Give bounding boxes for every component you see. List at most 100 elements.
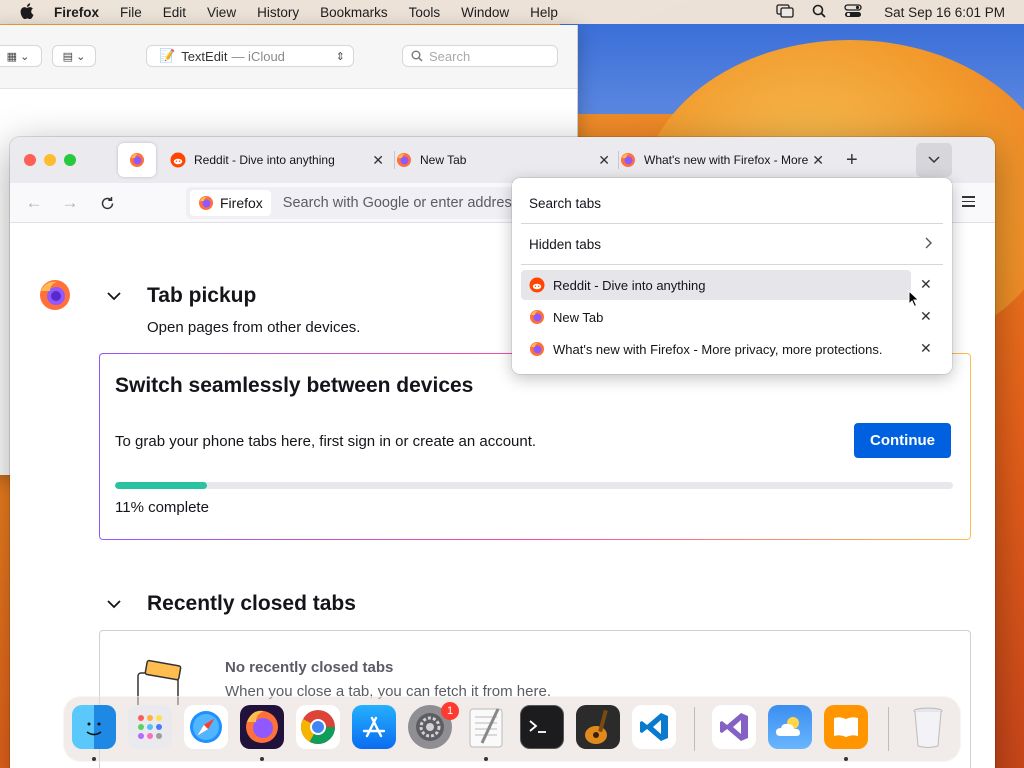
search-engine-chip[interactable]: Firefox xyxy=(190,190,271,216)
sidebar-view-button[interactable]: ▦ ⌄ xyxy=(0,45,42,67)
zoom-window-button[interactable] xyxy=(64,154,76,166)
recently-closed-title: Recently closed tabs xyxy=(147,592,356,615)
chevron-right-icon xyxy=(925,237,933,252)
menu-firefox[interactable]: Firefox xyxy=(54,5,99,20)
screen-mirroring-icon[interactable] xyxy=(776,3,794,21)
running-indicator xyxy=(484,757,488,761)
url-placeholder: Search with Google or enter address xyxy=(282,195,519,211)
books-icon[interactable] xyxy=(824,705,868,749)
minimize-window-button[interactable] xyxy=(44,154,56,166)
tab-pickup-title: Tab pickup xyxy=(147,284,257,307)
tab-strip: Reddit - Dive into anything ✕ New Tab ✕ … xyxy=(10,137,995,183)
textedit-toolbar: ▦ ⌄ ▤ ⌄ 📝 TextEdit — iCloud ⇕ Search xyxy=(0,25,577,89)
tab-label: What's new with Firefox - More xyxy=(644,153,808,167)
close-tab-icon[interactable]: ✕ xyxy=(920,340,932,357)
dock-separator xyxy=(888,707,889,751)
view-options-button[interactable]: ▤ ⌄ xyxy=(52,45,96,67)
launchpad-icon[interactable] xyxy=(128,705,172,749)
firefox-dock-icon[interactable] xyxy=(240,705,284,749)
tab-pickup-subtitle: Open pages from other devices. xyxy=(147,319,361,336)
card-title: Switch seamlessly between devices xyxy=(115,374,474,397)
tab-label: New Tab xyxy=(420,153,467,167)
textedit-search-input[interactable]: Search xyxy=(402,45,558,67)
tab-pinned-firefox-view[interactable] xyxy=(118,143,156,177)
safari-icon[interactable] xyxy=(184,705,228,749)
menu-edit[interactable]: Edit xyxy=(163,5,186,20)
forward-arrow-icon[interactable]: → xyxy=(60,193,80,213)
tab-whats-new[interactable]: What's new with Firefox - More ✕ xyxy=(620,143,830,177)
control-center-icon[interactable] xyxy=(844,3,862,21)
new-tab-plus-icon[interactable]: + xyxy=(846,150,858,170)
close-window-button[interactable] xyxy=(24,154,36,166)
setup-progress-bar xyxy=(115,482,953,489)
menu-view[interactable]: View xyxy=(207,5,236,20)
document-name: TextEdit xyxy=(181,48,228,64)
search-placeholder: Search xyxy=(429,48,471,64)
panel-divider xyxy=(521,223,943,224)
progress-label: 11% complete xyxy=(115,499,209,516)
reload-icon[interactable] xyxy=(97,193,117,213)
firefox-icon xyxy=(530,310,544,324)
list-all-tabs-button[interactable] xyxy=(916,143,952,177)
menu-history[interactable]: History xyxy=(257,5,299,20)
close-tab-icon[interactable]: ✕ xyxy=(812,152,824,169)
sync-setup-card: Switch seamlessly between devices To gra… xyxy=(99,353,971,540)
firefox-logo-icon xyxy=(38,278,72,317)
menu-bookmarks[interactable]: Bookmarks xyxy=(320,5,388,20)
running-indicator xyxy=(260,757,264,761)
textedit-dock-icon[interactable] xyxy=(464,705,508,749)
panel-tab-row[interactable]: Reddit - Dive into anything xyxy=(521,270,911,300)
grid-icon: ▦ ⌄ xyxy=(6,50,30,63)
app-store-icon[interactable] xyxy=(352,705,396,749)
document-location-popup[interactable]: 📝 TextEdit — iCloud ⇕ xyxy=(146,45,354,67)
menu-clock[interactable]: Sat Sep 16 6:01 PM xyxy=(884,5,1005,20)
trash-icon[interactable] xyxy=(906,705,950,749)
tab-new-tab[interactable]: New Tab ✕ xyxy=(396,143,616,177)
progress-fill xyxy=(115,482,208,489)
chrome-icon[interactable] xyxy=(296,705,340,749)
spotlight-search-icon[interactable] xyxy=(812,4,826,21)
tab-reddit[interactable]: Reddit - Dive into anything ✕ xyxy=(170,143,390,177)
document-icon: 📝 xyxy=(159,48,176,63)
menu-help[interactable]: Help xyxy=(530,5,558,20)
continue-button[interactable]: Continue xyxy=(854,423,951,458)
recently-closed-toggle-icon[interactable] xyxy=(107,596,121,612)
menu-file[interactable]: File xyxy=(120,5,142,20)
document-location: — iCloud xyxy=(231,48,285,64)
panel-tab-label: Reddit - Dive into anything xyxy=(553,277,706,293)
menu-window[interactable]: Window xyxy=(461,5,509,20)
back-arrow-icon[interactable]: ← xyxy=(24,193,44,213)
tab-label: Reddit - Dive into anything xyxy=(194,153,335,167)
terminal-icon[interactable] xyxy=(520,705,564,749)
chevron-updown-icon: ⇕ xyxy=(335,50,345,63)
running-indicator xyxy=(844,757,848,761)
card-text: To grab your phone tabs here, first sign… xyxy=(115,433,537,450)
menu-tools[interactable]: Tools xyxy=(409,5,441,20)
weather-icon[interactable] xyxy=(768,705,812,749)
visual-studio-icon[interactable] xyxy=(712,705,756,749)
chevron-down-icon xyxy=(928,156,940,164)
close-tab-icon[interactable]: ✕ xyxy=(920,276,932,293)
hidden-tabs-item[interactable]: Hidden tabs xyxy=(521,232,943,256)
vscode-icon[interactable] xyxy=(632,705,676,749)
finder-icon[interactable] xyxy=(72,705,116,749)
firefox-icon xyxy=(530,342,544,356)
firefox-icon xyxy=(130,153,144,167)
panel-tab-row[interactable]: New Tab xyxy=(521,302,911,332)
menu-bar: Firefox File Edit View History Bookmarks… xyxy=(0,0,1024,24)
close-tab-icon[interactable]: ✕ xyxy=(920,308,932,325)
close-tab-icon[interactable]: ✕ xyxy=(372,152,384,169)
firefox-icon xyxy=(621,153,635,167)
firefox-icon xyxy=(199,196,213,210)
search-tabs-item[interactable]: Search tabs xyxy=(529,196,601,211)
garageband-icon[interactable] xyxy=(576,705,620,749)
tab-pickup-toggle-icon[interactable] xyxy=(107,288,121,304)
reddit-icon xyxy=(170,152,186,168)
panel-tab-row[interactable]: What's new with Firefox - More privacy, … xyxy=(521,334,911,364)
gallery-icon: ▤ ⌄ xyxy=(62,50,86,63)
app-menu-icon[interactable] xyxy=(962,193,980,213)
apple-menu-icon[interactable] xyxy=(20,2,36,22)
panel-tab-label: What's new with Firefox - More privacy, … xyxy=(553,341,883,357)
close-tab-icon[interactable]: ✕ xyxy=(598,152,610,169)
panel-tab-label: New Tab xyxy=(553,309,604,325)
